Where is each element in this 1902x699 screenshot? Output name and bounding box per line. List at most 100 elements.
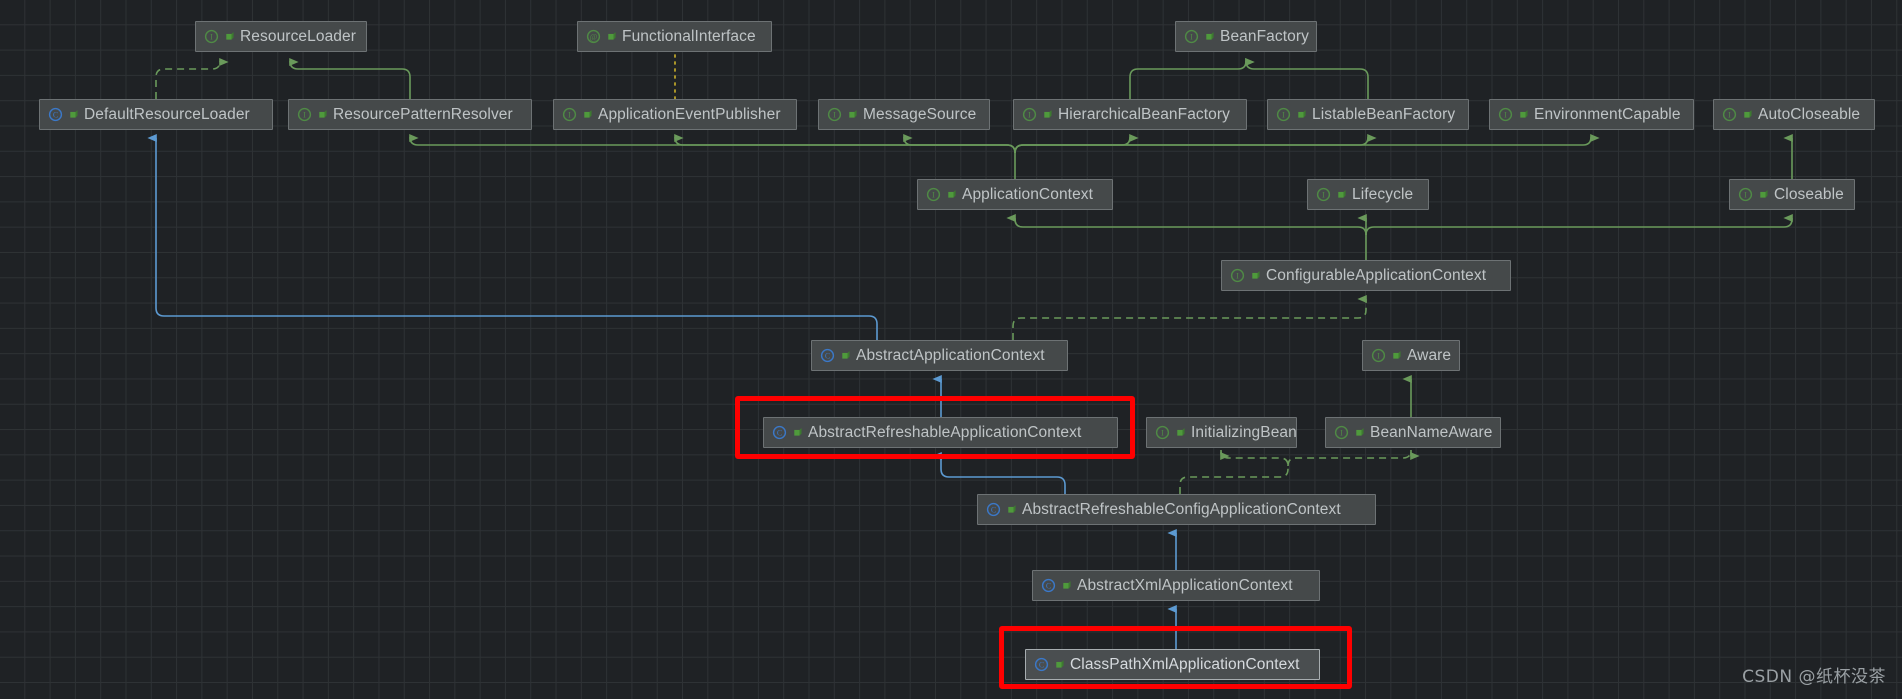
public-visibility-icon [1204,31,1215,42]
public-visibility-icon [1006,504,1017,515]
node-DefaultResourceLoader[interactable]: C DefaultResourceLoader [39,99,273,130]
public-visibility-icon [317,109,328,120]
node-EnvironmentCapable[interactable]: I EnvironmentCapable [1489,99,1694,130]
interface-icon: I [1022,107,1037,122]
svg-text:I: I [1028,111,1031,120]
node-HierarchicalBeanFactory[interactable]: I HierarchicalBeanFactory [1013,99,1247,130]
public-visibility-icon [606,31,617,42]
node-label: ResourcePatternResolver [333,105,513,123]
svg-text:I: I [210,33,213,42]
node-label: EnvironmentCapable [1534,105,1681,123]
public-visibility-icon [840,350,851,361]
node-label: ConfigurableApplicationContext [1266,266,1487,284]
highlight-classpathxml [999,626,1352,689]
svg-text:I: I [1190,33,1193,42]
svg-text:C: C [53,111,58,120]
node-ConfigurableApplicationContext[interactable]: I ConfigurableApplicationContext [1221,260,1511,291]
node-FunctionalInterface[interactable]: @ FunctionalInterface [577,21,772,52]
interface-icon: I [1316,187,1331,202]
node-AutoCloseable[interactable]: I AutoCloseable [1713,99,1875,130]
watermark: CSDN @纸杯没茶 [1742,667,1886,687]
node-label: ListableBeanFactory [1312,105,1456,123]
interface-icon: I [926,187,941,202]
public-visibility-icon [1061,580,1072,591]
node-Closeable[interactable]: I Closeable [1729,179,1855,210]
node-label: Closeable [1774,185,1844,203]
node-label: ResourceLoader [240,27,356,45]
node-label: FunctionalInterface [622,27,756,45]
interface-icon: I [1276,107,1291,122]
svg-text:I: I [932,191,935,200]
node-ApplicationContext[interactable]: I ApplicationContext [917,179,1113,210]
node-label: ApplicationContext [962,185,1094,203]
node-AbstractApplicationContext[interactable]: C AbstractApplicationContext [811,340,1068,371]
node-AbstractXmlApplicationContext[interactable]: C AbstractXmlApplicationContext [1032,570,1320,601]
node-ResourcePatternResolver[interactable]: I ResourcePatternResolver [288,99,532,130]
svg-text:I: I [1236,272,1239,281]
annotation-icon: @ [586,29,601,44]
node-label: Lifecycle [1352,185,1414,203]
interface-icon: I [1738,187,1753,202]
class-icon: C [986,502,1001,517]
public-visibility-icon [1518,109,1529,120]
class-icon: C [48,107,63,122]
node-label: AutoCloseable [1758,105,1861,123]
node-Aware[interactable]: I Aware [1362,340,1460,371]
svg-text:C: C [1046,582,1051,591]
svg-text:C: C [991,506,996,515]
node-label: AbstractRefreshableConfigApplicationCont… [1022,500,1341,518]
svg-text:I: I [568,111,571,120]
svg-text:I: I [1504,111,1507,120]
node-BeanFactory[interactable]: I BeanFactory [1175,21,1317,52]
highlight-abstract-refreshable [735,396,1135,459]
node-label: AbstractXmlApplicationContext [1077,576,1293,594]
public-visibility-icon [1175,427,1186,438]
node-MessageSource[interactable]: I MessageSource [818,99,990,130]
public-visibility-icon [1354,427,1365,438]
svg-text:I: I [1744,191,1747,200]
node-label: MessageSource [863,105,977,123]
interface-icon: I [1334,425,1349,440]
node-Lifecycle[interactable]: I Lifecycle [1307,179,1429,210]
public-visibility-icon [1742,109,1753,120]
node-ListableBeanFactory[interactable]: I ListableBeanFactory [1267,99,1469,130]
class-diagram-canvas[interactable]: I ResourceLoader @ FunctionalInterface I Bean… [0,0,1902,699]
svg-text:I: I [1728,111,1731,120]
public-visibility-icon [1042,109,1053,120]
public-visibility-icon [224,31,235,42]
svg-text:I: I [1322,191,1325,200]
public-visibility-icon [1250,270,1261,281]
node-label: Aware [1407,346,1452,364]
node-label: AbstractApplicationContext [856,346,1045,364]
interface-icon: I [1371,348,1386,363]
node-label: ApplicationEventPublisher [598,105,781,123]
node-label: HierarchicalBeanFactory [1058,105,1231,123]
node-ApplicationEventPublisher[interactable]: I ApplicationEventPublisher [553,99,797,130]
public-visibility-icon [582,109,593,120]
interface-icon: I [1155,425,1170,440]
node-InitializingBean[interactable]: I InitializingBean [1146,417,1297,448]
public-visibility-icon [847,109,858,120]
interface-icon: I [297,107,312,122]
interface-icon: I [204,29,219,44]
public-visibility-icon [1296,109,1307,120]
public-visibility-icon [946,189,957,200]
svg-text:I: I [1377,352,1380,361]
edges-blue-solid [147,134,1177,649]
interface-icon: I [827,107,842,122]
public-visibility-icon [1758,189,1769,200]
svg-text:I: I [1161,429,1164,438]
class-icon: C [1041,578,1056,593]
svg-text:@: @ [590,32,598,42]
public-visibility-icon [1391,350,1402,361]
node-AbstractRefreshableConfigApplicationContext[interactable]: C AbstractRefreshableConfigApplicationCon… [977,494,1376,525]
svg-text:I: I [1340,429,1343,438]
node-BeanNameAware[interactable]: I BeanNameAware [1325,417,1501,448]
node-ResourceLoader[interactable]: I ResourceLoader [195,21,367,52]
svg-text:I: I [833,111,836,120]
node-label: DefaultResourceLoader [84,105,250,123]
svg-text:C: C [825,352,830,361]
interface-icon: I [1184,29,1199,44]
node-label: BeanFactory [1220,27,1309,45]
public-visibility-icon [1336,189,1347,200]
